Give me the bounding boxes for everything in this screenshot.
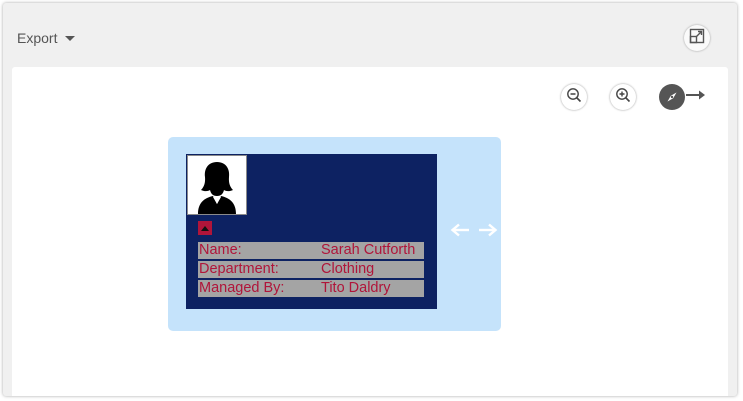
export-dropdown[interactable]: Export bbox=[17, 27, 76, 49]
field-label: Managed By: bbox=[199, 280, 285, 296]
zoom-in-icon bbox=[615, 87, 631, 108]
info-row-name: Name: Sarah Cutforth bbox=[198, 242, 424, 259]
move-node-handle[interactable] bbox=[450, 223, 498, 241]
arrow-left-icon bbox=[450, 223, 470, 242]
selected-node-highlight[interactable]: Name: Sarah Cutforth Department: Clothin… bbox=[168, 137, 501, 331]
arrow-right-icon bbox=[478, 223, 498, 242]
info-row-department: Department: Clothing bbox=[198, 261, 424, 278]
zoom-in-button[interactable] bbox=[610, 84, 636, 110]
field-value: Sarah Cutforth bbox=[321, 242, 416, 258]
employee-card[interactable]: Name: Sarah Cutforth Department: Clothin… bbox=[186, 154, 437, 309]
caret-down-icon bbox=[65, 35, 76, 41]
diagram-widget: Export Name: Sarah Cutforth Department: … bbox=[3, 3, 737, 396]
female-avatar-icon bbox=[187, 155, 247, 215]
info-row-manager: Managed By: Tito Daldry bbox=[198, 280, 424, 297]
field-label: Name: bbox=[199, 242, 242, 258]
diagram-canvas[interactable]: Name: Sarah Cutforth Department: Clothin… bbox=[12, 67, 728, 396]
field-value: Clothing bbox=[321, 261, 375, 277]
compass-icon bbox=[659, 84, 685, 110]
zoom-out-button[interactable] bbox=[561, 84, 587, 110]
employee-info-table: Name: Sarah Cutforth Department: Clothin… bbox=[198, 242, 424, 299]
collapse-toggle-button[interactable] bbox=[198, 221, 212, 235]
field-value: Tito Daldry bbox=[321, 280, 391, 296]
arrow-right-icon bbox=[685, 88, 707, 106]
triangle-up-icon bbox=[201, 225, 209, 231]
field-label: Department: bbox=[199, 261, 279, 277]
export-label: Export bbox=[17, 30, 58, 46]
expand-button[interactable] bbox=[684, 25, 710, 51]
zoom-out-icon bbox=[566, 87, 582, 108]
navigate-button[interactable] bbox=[659, 83, 711, 111]
expand-icon bbox=[689, 28, 705, 49]
